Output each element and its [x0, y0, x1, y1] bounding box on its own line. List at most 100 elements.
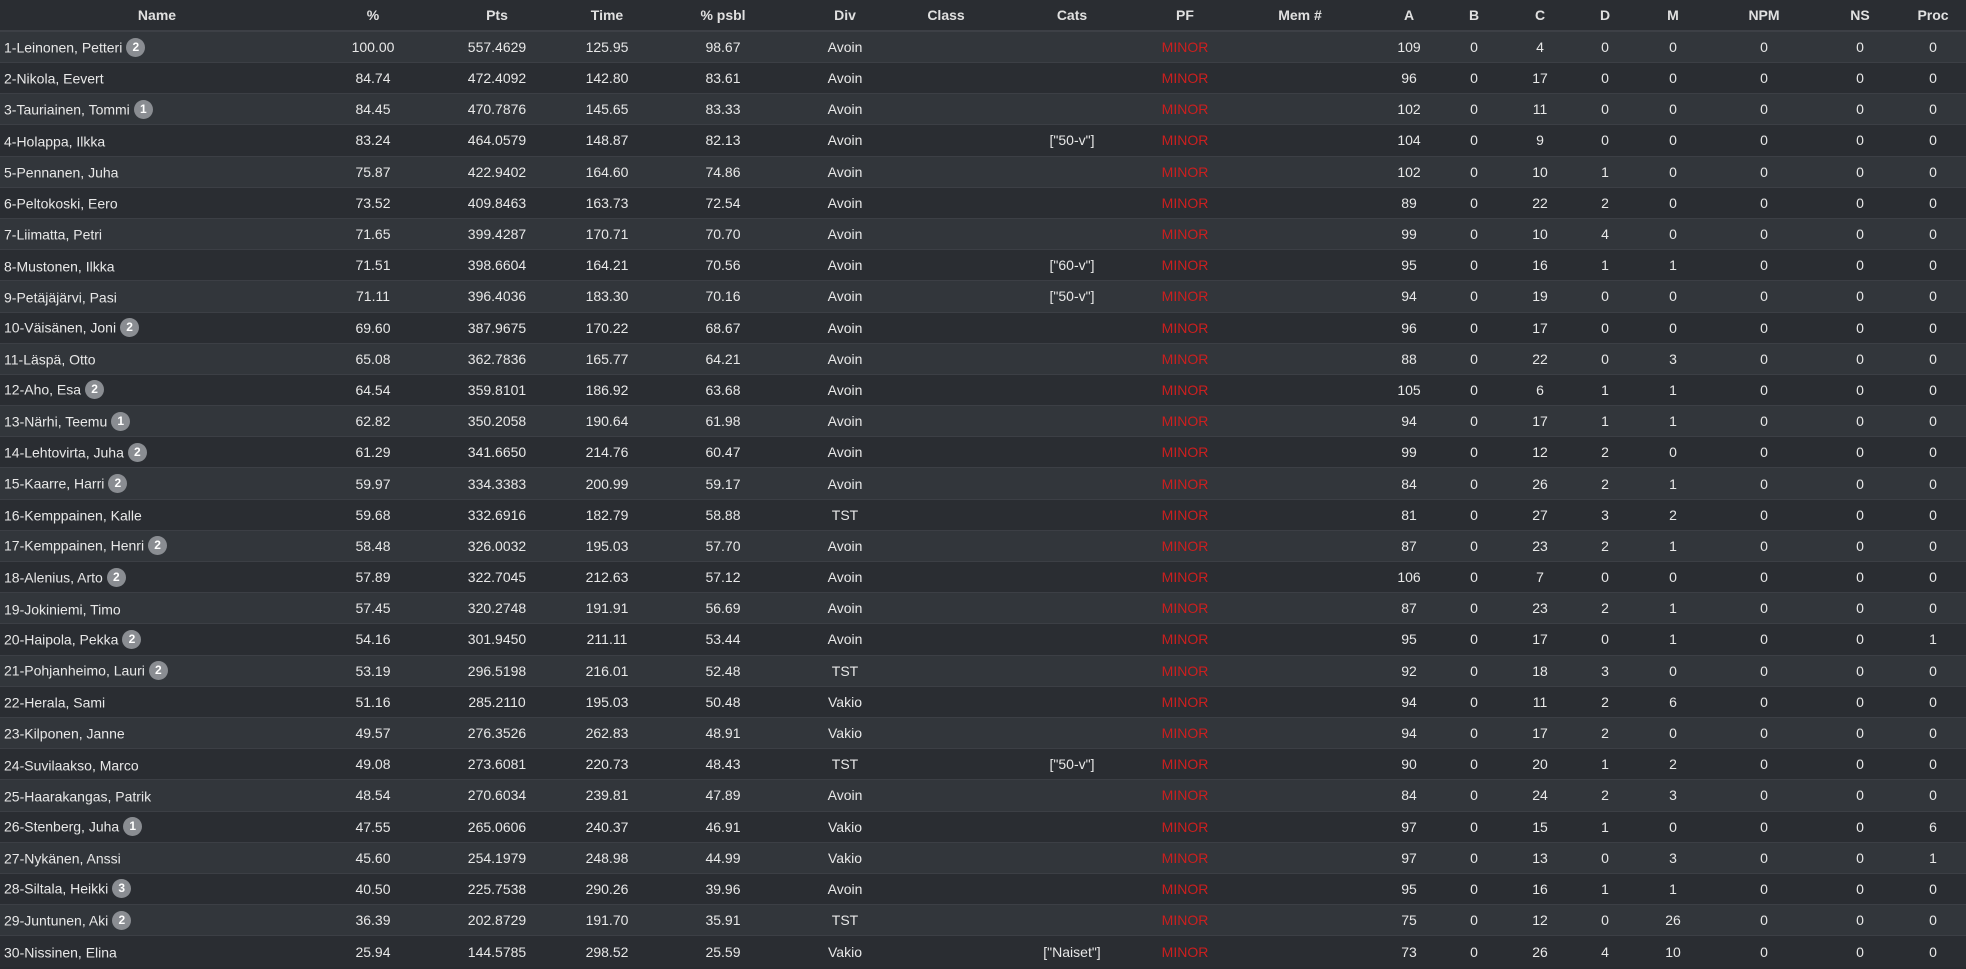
cell-name: 2-Nikola, Eevert	[0, 61, 314, 94]
cell-pct: 64.54	[314, 373, 432, 406]
cell-name: 3-Tauriainen, Tommi 1	[0, 93, 314, 125]
cell-mem	[1222, 436, 1378, 468]
cell-c: 12	[1508, 436, 1572, 468]
cell-b: 0	[1440, 716, 1508, 749]
cell-a: 94	[1378, 716, 1440, 749]
cell-mem	[1222, 342, 1378, 375]
column-header-time[interactable]: Time	[562, 0, 652, 32]
table-row: 22-Herala, Sami 51.16 285.2110 195.03 50.48 V…	[0, 685, 1966, 718]
cell-c: 11	[1508, 93, 1572, 125]
cell-proc: 1	[1900, 623, 1966, 656]
cell-a: 94	[1378, 405, 1440, 437]
cell-npm: 0	[1708, 249, 1820, 281]
cell-proc: 0	[1900, 405, 1966, 437]
cell-d: 4	[1572, 935, 1638, 967]
cell-c: 13	[1508, 841, 1572, 874]
shooter-name: 16-Kemppainen, Kalle	[4, 507, 142, 524]
count-badge: 2	[106, 567, 126, 587]
column-header-m[interactable]: M	[1638, 0, 1708, 32]
cell-pct: 45.60	[314, 841, 432, 874]
cell-proc: 0	[1900, 779, 1966, 811]
column-header-ns[interactable]: NS	[1820, 0, 1900, 32]
cell-cats	[996, 904, 1148, 936]
cell-ns: 0	[1820, 716, 1900, 749]
cell-d: 0	[1572, 93, 1638, 125]
cell-npm: 0	[1708, 498, 1820, 531]
cell-time: 164.60	[562, 155, 652, 188]
cell-name: 5-Pennanen, Juha	[0, 155, 314, 188]
cell-cats	[996, 373, 1148, 406]
cell-time: 200.99	[562, 467, 652, 500]
cell-pf: MINOR	[1148, 155, 1222, 188]
cell-mem	[1222, 935, 1378, 967]
shooter-name: 3-Tauriainen, Tommi	[4, 101, 130, 118]
cell-npm: 0	[1708, 373, 1820, 406]
column-header-pf[interactable]: PF	[1148, 0, 1222, 32]
column-header-psbl[interactable]: % psbl	[652, 0, 794, 32]
cell-proc: 0	[1900, 373, 1966, 406]
cell-cls	[896, 467, 996, 500]
shooter-name: 12-Aho, Esa	[4, 381, 82, 398]
cell-mem	[1222, 61, 1378, 94]
column-header-name[interactable]: Name	[0, 0, 314, 32]
cell-pts: 472.4092	[432, 61, 562, 94]
column-header-pct[interactable]: %	[314, 0, 432, 32]
column-header-cls[interactable]: Class	[896, 0, 996, 32]
cell-pf: MINOR	[1148, 124, 1222, 157]
cell-time: 182.79	[562, 498, 652, 531]
cell-cats	[996, 498, 1148, 531]
cell-c: 17	[1508, 623, 1572, 656]
cell-cls	[896, 623, 996, 656]
column-header-div[interactable]: Div	[794, 0, 896, 32]
cell-npm: 0	[1708, 748, 1820, 780]
cell-cats	[996, 810, 1148, 843]
cell-npm: 0	[1708, 685, 1820, 718]
cell-time: 170.71	[562, 217, 652, 250]
table-row: 23-Kilponen, Janne 49.57 276.3526 262.83 48.…	[0, 716, 1966, 749]
cell-pct: 73.52	[314, 186, 432, 219]
table-body: 1-Leinonen, Petteri 2 100.00 557.4629 125.95…	[0, 30, 1966, 967]
cell-mem	[1222, 124, 1378, 157]
cell-m: 1	[1638, 405, 1708, 437]
column-header-mem[interactable]: Mem #	[1222, 0, 1378, 32]
shooter-name: 10-Väisänen, Joni	[4, 319, 117, 336]
cell-npm: 0	[1708, 342, 1820, 375]
cell-div: Avoin	[794, 529, 896, 562]
column-header-b[interactable]: B	[1440, 0, 1508, 32]
cell-b: 0	[1440, 654, 1508, 687]
cell-m: 1	[1638, 872, 1708, 905]
cell-name: 28-Siltala, Heikki 3	[0, 872, 314, 905]
cell-ns: 0	[1820, 467, 1900, 500]
cell-d: 4	[1572, 217, 1638, 250]
cell-a: 97	[1378, 841, 1440, 874]
column-header-pts[interactable]: Pts	[432, 0, 562, 32]
cell-time: 170.22	[562, 311, 652, 344]
cell-psbl: 46.91	[652, 810, 794, 843]
shooter-name: 22-Herala, Sami	[4, 694, 106, 711]
cell-a: 106	[1378, 560, 1440, 593]
cell-cls	[896, 748, 996, 780]
cell-name: 13-Närhi, Teemu 1	[0, 405, 314, 437]
cell-name: 14-Lehtovirta, Juha 2	[0, 436, 314, 468]
table-row: 13-Närhi, Teemu 1 62.82 350.2058 190.64 61.98…	[0, 405, 1966, 437]
column-header-cats[interactable]: Cats	[996, 0, 1148, 32]
cell-m: 0	[1638, 560, 1708, 593]
cell-a: 96	[1378, 61, 1440, 94]
column-header-c[interactable]: C	[1508, 0, 1572, 32]
column-header-a[interactable]: A	[1378, 0, 1440, 32]
cell-pts: 387.9675	[432, 311, 562, 344]
cell-pct: 59.97	[314, 467, 432, 500]
cell-cls	[896, 685, 996, 718]
cell-npm: 0	[1708, 810, 1820, 843]
cell-cls	[896, 155, 996, 188]
column-header-d[interactable]: D	[1572, 0, 1638, 32]
cell-pct: 25.94	[314, 935, 432, 967]
cell-proc: 0	[1900, 342, 1966, 375]
column-header-npm[interactable]: NPM	[1708, 0, 1820, 32]
cell-div: Avoin	[794, 779, 896, 811]
column-header-proc[interactable]: Proc	[1900, 0, 1966, 32]
cell-b: 0	[1440, 467, 1508, 500]
cell-time: 214.76	[562, 436, 652, 468]
cell-npm: 0	[1708, 155, 1820, 188]
cell-proc: 0	[1900, 904, 1966, 936]
